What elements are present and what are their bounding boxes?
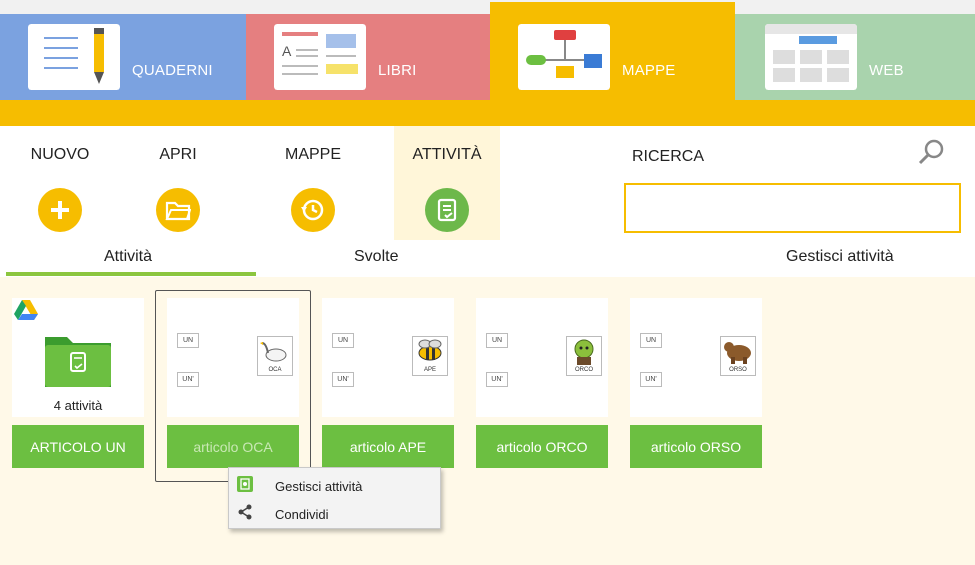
tab-mappe[interactable]: MAPPE [490, 2, 735, 102]
card-folder-thumb: 4 attività [12, 298, 144, 417]
folder-open-icon [156, 188, 200, 232]
tab-web[interactable]: WEB [735, 14, 975, 102]
svg-text:A: A [282, 43, 292, 59]
card-folder[interactable]: 4 attività ARTICOLO UN [12, 298, 144, 468]
browser-icon [765, 24, 857, 90]
plus-icon [38, 188, 82, 232]
tab-quaderni[interactable]: QUADERNI [0, 14, 246, 102]
bee-icon [418, 339, 442, 361]
new-button[interactable]: NUOVO [14, 126, 106, 240]
activity-label: ATTIVITÀ [412, 146, 482, 163]
subtabs: Attività Svolte Gestisci attività [0, 240, 975, 277]
bear-icon [724, 342, 751, 364]
ogre-picture: ORCO [566, 336, 602, 376]
drive-icon [14, 300, 38, 320]
history-icon [291, 188, 335, 232]
ogre-icon [574, 339, 594, 365]
card-ape[interactable]: UN UN' APE articolo APE [322, 298, 454, 468]
card-label: articolo ORSO [630, 425, 762, 468]
card-thumb: UN UN' APE [322, 298, 454, 417]
open-button[interactable]: APRI [132, 126, 224, 240]
picture-label: APE [423, 367, 436, 373]
menu-item-manage[interactable]: Gestisci attività [229, 471, 440, 499]
open-label: APRI [159, 146, 197, 163]
bear-picture: ORSO [720, 336, 756, 376]
menu-item-label: Condividi [275, 507, 329, 522]
menu-item-label: Gestisci attività [275, 479, 363, 494]
word-box: UN' [332, 372, 354, 387]
tab-libri[interactable]: A LIBRI [246, 14, 490, 102]
folder-icon [45, 337, 111, 387]
activity-icon [425, 188, 469, 232]
folder-count: 4 attività [53, 398, 103, 413]
word-box: UN [640, 333, 662, 348]
active-tab-strip [0, 100, 975, 126]
tab-manage[interactable]: Gestisci attività [786, 248, 894, 266]
search-input[interactable] [624, 183, 961, 233]
notebook-icon [28, 24, 120, 90]
context-menu: Gestisci attività Condividi [228, 467, 441, 529]
search-label: RICERCA [632, 148, 705, 165]
card-orco[interactable]: UN UN' ORCO articolo ORCO [476, 298, 608, 468]
share-icon [238, 504, 252, 520]
card-label: articolo APE [322, 425, 454, 468]
word-box: UN [332, 333, 354, 348]
tab-mappe-label: MAPPE [622, 62, 676, 79]
picture-label: ORCO [575, 367, 593, 373]
new-label: NUOVO [30, 146, 90, 163]
selection-frame [155, 290, 311, 482]
tab-activities[interactable]: Attività [104, 248, 152, 266]
card-label: articolo ORCO [476, 425, 608, 468]
maps-history-button[interactable]: MAPPE [267, 126, 359, 240]
app-tabs-bar: QUADERNI A LIBRI MAPPE WEB [0, 0, 975, 126]
bee-picture: APE [412, 336, 448, 376]
menu-item-share[interactable]: Condividi [229, 499, 440, 527]
manage-icon [237, 476, 253, 492]
card-orso[interactable]: UN UN' ORSO articolo ORSO [630, 298, 762, 468]
activity-button[interactable]: ATTIVITÀ [394, 126, 500, 240]
card-thumb: UN UN' ORSO [630, 298, 762, 417]
word-box: UN' [486, 372, 508, 387]
search-icon[interactable] [916, 138, 946, 168]
tab-web-label: WEB [869, 62, 904, 79]
tab-libri-label: LIBRI [378, 62, 417, 79]
content-area: 4 attività ARTICOLO UN UN UN' OCA artico… [0, 277, 975, 565]
toolbar: NUOVO APRI MAPPE ATTIVITÀ RICERCA [0, 126, 975, 240]
maps-label: MAPPE [284, 146, 341, 163]
word-box: UN' [640, 372, 662, 387]
book-icon: A [274, 24, 366, 90]
active-tab-underline [6, 272, 256, 276]
tab-done[interactable]: Svolte [354, 248, 398, 266]
map-icon [518, 24, 610, 90]
tab-quaderni-label: QUADERNI [132, 62, 213, 79]
card-thumb: UN UN' ORCO [476, 298, 608, 417]
word-box: UN [486, 333, 508, 348]
picture-label: ORSO [729, 367, 747, 373]
card-label: ARTICOLO UN [12, 425, 144, 468]
